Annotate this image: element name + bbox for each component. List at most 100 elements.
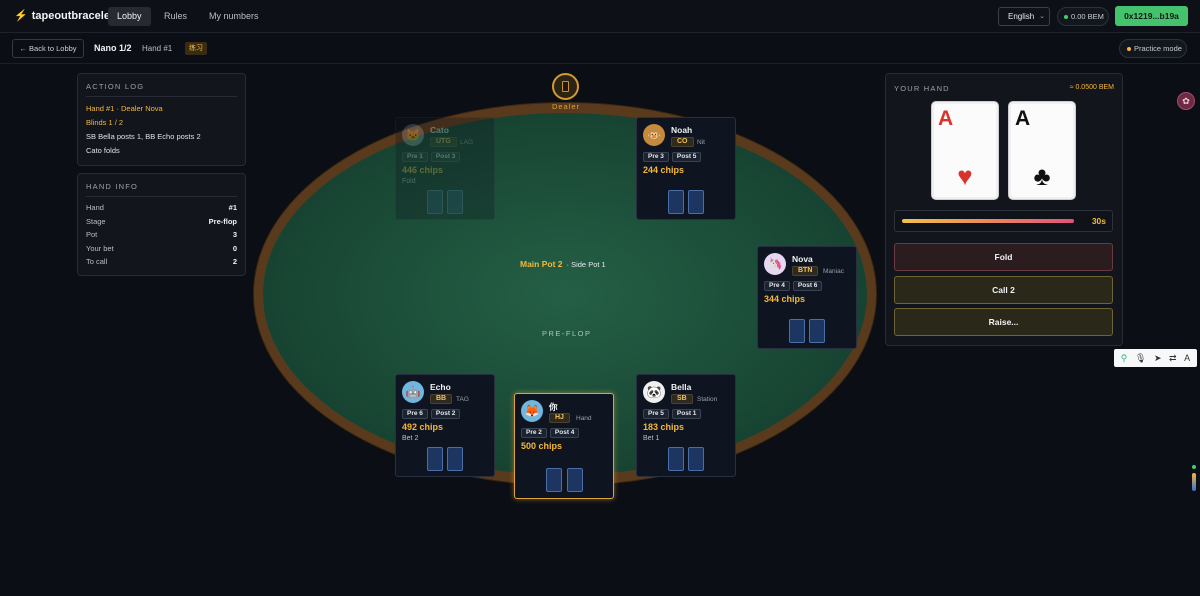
dealer-label: Dealer <box>551 102 581 111</box>
fox-avatar-icon: 🦊 <box>521 400 543 422</box>
back-to-lobby-button[interactable]: ← Back to Lobby <box>12 39 84 58</box>
last-action: Bet 1 <box>643 435 660 442</box>
info-value: 3 <box>232 230 237 239</box>
seat-noah: 🐵 Noah CO Nit Pre 3 Post 5 244 chips <box>636 117 736 220</box>
chip-count: 492 chips <box>402 422 444 432</box>
pot-display: Main Pot 2 · Side Pot 1 <box>520 259 606 269</box>
practice-dot-icon <box>1127 47 1131 51</box>
seat-bella: 🐼 Bella SB Station Pre 5 Post 1 183 chip… <box>636 374 736 477</box>
call-button[interactable]: Call 2 <box>894 276 1113 304</box>
card-back-icon <box>447 447 463 471</box>
pre-stat: Pre 2 <box>521 428 547 438</box>
pin-icon[interactable]: ⚲ <box>1121 349 1128 367</box>
nav-lobby[interactable]: Lobby <box>108 7 151 26</box>
robot-avatar-icon: 🤖 <box>402 381 424 403</box>
info-row-stage: Stage Pre-flop <box>78 215 245 229</box>
pre-stat: Pre 5 <box>643 409 669 419</box>
stats-row: Pre 6 Post 2 <box>402 409 461 419</box>
send-icon[interactable]: ➤ <box>1154 349 1162 367</box>
stats-row: Pre 3 Post 5 <box>643 152 702 162</box>
card-rank: A <box>938 107 954 130</box>
info-key: Your bet <box>86 243 114 253</box>
log-line: SB Bella posts 1, BB Echo posts 2 <box>86 132 201 141</box>
log-line: Blinds 1 / 2 <box>86 118 124 127</box>
nav-my-numbers[interactable]: My numbers <box>200 7 268 26</box>
raise-button[interactable]: Raise... <box>894 308 1113 336</box>
info-key: Pot <box>86 230 98 239</box>
stats-row: Pre 4 Post 6 <box>764 281 823 291</box>
timer-progress <box>902 219 1074 223</box>
chip-count: 244 chips <box>643 165 685 175</box>
hand-number: Hand #1 <box>142 44 173 53</box>
player-name: Noah <box>671 125 693 135</box>
main-pot: Main Pot 2 <box>520 259 563 269</box>
post-stat: Post 6 <box>792 281 823 291</box>
panda-avatar-icon: 🐼 <box>643 381 665 403</box>
player-style: LAG <box>460 139 474 146</box>
dealer-glyph <box>562 81 569 92</box>
hand-info-title: HAND INFO <box>86 182 139 191</box>
seat-nova: 🦄 Nova BTN Maniac Pre 4 Post 6 344 chips <box>757 246 857 349</box>
info-key: Hand <box>86 203 104 212</box>
hole-card-2: A ♣ <box>1008 101 1076 200</box>
info-value: #1 <box>228 203 237 212</box>
stats-row: Pre 5 Post 1 <box>643 409 702 419</box>
seat-hero: 🦊 你 HJ Hand Pre 2 Post 4 500 chips <box>514 393 614 499</box>
action-log-panel: ACTION LOG Hand #1 · Dealer Nova Blinds … <box>77 73 246 166</box>
player-name: Bella <box>671 382 692 392</box>
player-name: Nova <box>792 254 813 264</box>
status-dot-icon <box>1064 15 1068 19</box>
practice-mode-pill[interactable]: Practice mode <box>1119 39 1187 58</box>
post-stat: Post 2 <box>430 409 461 419</box>
heart-suit-icon: ♥ <box>957 161 973 191</box>
card-back-icon <box>688 190 704 214</box>
microphone-icon[interactable]: 🎙 <box>1135 349 1146 367</box>
position-badge: CO <box>671 137 694 147</box>
position-badge: BB <box>430 394 453 404</box>
chip-count: 500 chips <box>521 441 563 451</box>
hand-equity: ≈ 0.0500 BEM <box>1069 84 1114 91</box>
side-pot: · Side Pot 1 <box>566 260 606 269</box>
seat-echo: 🤖 Echo BB TAG Pre 6 Post 2 492 chips Bet… <box>395 374 495 477</box>
wallet-button[interactable]: 0x1219...b19a <box>1115 6 1188 26</box>
card-back-icon <box>789 319 805 343</box>
post-stat: Post 1 <box>671 409 702 419</box>
pre-stat: Pre 3 <box>643 152 669 162</box>
player-style: Nit <box>697 139 705 146</box>
position-badge: BTN <box>792 266 819 276</box>
chevron-down-icon: ⌄ <box>1039 13 1045 20</box>
hole-card-1: A ♥ <box>931 101 999 200</box>
timer-seconds: 30s <box>1091 216 1106 226</box>
translate-icon[interactable]: ⇄ <box>1169 349 1177 367</box>
player-style: Hand <box>576 415 592 422</box>
nav-rules[interactable]: Rules <box>155 7 196 26</box>
card-back-icon <box>546 468 562 492</box>
info-row-to-call: To call 2 <box>78 255 245 269</box>
card-back-icon <box>809 319 825 343</box>
your-hand-header: YOUR HAND ≈ 0.0500 BEM <box>886 74 1122 93</box>
assistant-avatar-icon[interactable]: ✿ <box>1177 92 1195 110</box>
text-icon[interactable]: A <box>1184 349 1190 367</box>
pre-stat: Pre 6 <box>402 409 428 419</box>
floating-toolbar: ⚲ 🎙 ➤ ⇄ A <box>1114 349 1197 367</box>
card-back-icon <box>567 468 583 492</box>
language-select[interactable]: English ⌄ <box>998 7 1050 26</box>
card-back-icon <box>447 190 463 214</box>
position-badge: HJ <box>549 413 570 423</box>
last-action: Fold <box>402 178 416 185</box>
log-line: Hand #1 · Dealer Nova <box>86 104 163 113</box>
scroll-indicator[interactable] <box>1192 473 1196 491</box>
brand-logo[interactable]: ⚡ tapeoutbracelet <box>14 9 114 23</box>
position-badge: UTG <box>430 137 457 147</box>
player-name: Echo <box>430 382 451 392</box>
post-stat: Post 5 <box>671 152 702 162</box>
log-line: Cato folds <box>86 146 120 155</box>
card-back-icon <box>427 447 443 471</box>
action-timer: 30s <box>894 210 1113 232</box>
pre-stat: Pre 1 <box>402 152 428 162</box>
card-rank: A <box>1015 107 1031 130</box>
fold-button[interactable]: Fold <box>894 243 1113 271</box>
player-style: Station <box>697 396 718 403</box>
chip-count: 344 chips <box>764 294 806 304</box>
status-dot-icon <box>1192 465 1196 469</box>
